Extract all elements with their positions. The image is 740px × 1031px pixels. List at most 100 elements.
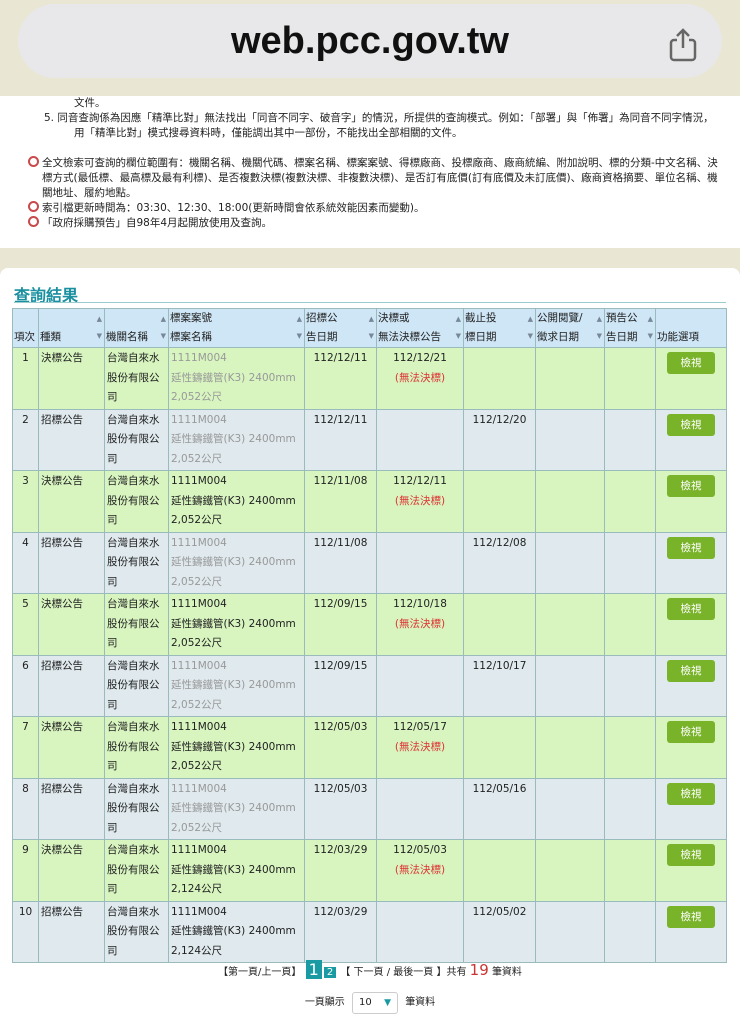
row-pub-date: 112/09/15	[304, 654, 377, 717]
col-deadline[interactable]: 截止投 標日期 ▲ ▼	[463, 308, 536, 348]
case-qty: 2,052公尺	[171, 514, 223, 526]
row-open-date	[535, 531, 605, 594]
row-case[interactable]: 1111M004 延性鑄鐵管(K3) 2400mm 2,052公尺	[168, 777, 305, 840]
view-button[interactable]: 檢視	[667, 598, 715, 620]
case-id: 1111M004	[171, 659, 227, 672]
case-qty: 2,052公尺	[171, 575, 223, 588]
row-deadline: 112/10/17	[463, 654, 536, 717]
row-pub-date: 112/11/08	[304, 531, 377, 594]
view-button[interactable]: 檢視	[667, 352, 715, 374]
view-button[interactable]: 檢視	[667, 844, 715, 866]
row-pub-date: 112/03/29	[304, 900, 377, 963]
row-deadline: 112/12/20	[463, 408, 536, 471]
col-org[interactable]: 機關名稱 ▲ ▼	[104, 308, 169, 348]
case-qty: 2,052公尺	[171, 637, 223, 649]
row-actions: 檢視	[655, 593, 727, 656]
sort-icon: ▲ ▼	[160, 315, 166, 340]
row-no: 9	[12, 839, 39, 902]
view-button[interactable]: 檢視	[667, 659, 715, 682]
sort-icon: ▲ ▼	[596, 315, 602, 340]
row-no: 2	[12, 408, 39, 471]
case-qty: 2,052公尺	[171, 391, 223, 403]
col-forecast-date[interactable]: 預告公 告日期 ▲ ▼	[604, 308, 656, 348]
table-row: 2 招標公告 台灣自來水股份有限公司 1111M004 延性鑄鐵管(K3) 240…	[12, 408, 727, 471]
view-button[interactable]: 檢視	[667, 475, 715, 497]
row-case[interactable]: 1111M004 延性鑄鐵管(K3) 2400mm 2,124公尺	[168, 839, 305, 902]
row-org: 台灣自來水股份有限公司	[104, 900, 169, 963]
sort-icon: ▲ ▼	[296, 315, 302, 340]
view-button[interactable]: 檢視	[667, 782, 715, 805]
row-case[interactable]: 1111M004 延性鑄鐵管(K3) 2400mm 2,052公尺	[168, 470, 305, 533]
award-note: (無法決標)	[394, 617, 446, 630]
row-open-date	[535, 839, 605, 902]
row-case[interactable]: 1111M004 延性鑄鐵管(K3) 2400mm 2,052公尺	[168, 531, 305, 594]
table-row: 10 招標公告 台灣自來水股份有限公司 1111M004 延性鑄鐵管(K3) 24…	[12, 900, 727, 963]
row-case[interactable]: 1111M004 延性鑄鐵管(K3) 2400mm 2,052公尺	[168, 408, 305, 471]
row-open-date	[535, 716, 605, 779]
row-pub-date: 112/09/15	[304, 593, 377, 656]
row-deadline	[463, 839, 536, 902]
col-type[interactable]: 種類 ▲ ▼	[38, 308, 105, 348]
header-row: 項次 種類 ▲ ▼ 機關名稱 ▲ ▼ 標案案號 標案名稱 ▲ ▼ 招標公 告日期 ▲ ▼ 決標或 無法…	[12, 308, 727, 348]
sort-icon: ▲ ▼	[647, 315, 653, 340]
table-row: 6 招標公告 台灣自來水股份有限公司 1111M004 延性鑄鐵管(K3) 240…	[12, 654, 727, 717]
row-pub-date: 112/12/11	[304, 347, 377, 410]
col-pub-date[interactable]: 招標公 告日期 ▲ ▼	[304, 308, 377, 348]
note-item-5: 5. 同音查詢係為因應「精準比對」無法找出「同音不同字、破音字」的情況，所提供的…	[44, 112, 714, 124]
row-case[interactable]: 1111M004 延性鑄鐵管(K3) 2400mm 2,052公尺	[168, 654, 305, 717]
note-continuation: 文件。	[74, 97, 106, 109]
page-2[interactable]: 2	[323, 967, 337, 978]
row-open-date	[535, 470, 605, 533]
search-notes: 文件。 5. 同音查詢係為因應「精準比對」無法找出「同音不同字、破音字」的情況，…	[0, 96, 740, 248]
bullet-ring-icon	[28, 201, 39, 212]
row-award-date	[376, 531, 464, 594]
share-icon[interactable]	[668, 28, 698, 62]
view-button[interactable]: 檢視	[667, 413, 715, 436]
col-open-date[interactable]: 公開閱覽/徵求日期 ▲ ▼	[535, 308, 605, 348]
row-case[interactable]: 1111M004 延性鑄鐵管(K3) 2400mm 2,052公尺	[168, 716, 305, 779]
row-deadline	[463, 347, 536, 410]
address-bar[interactable]: web.pcc.gov.tw	[18, 4, 722, 78]
row-award-date: 112/12/21 (無法決標)	[376, 347, 464, 410]
row-type: 招標公告	[38, 900, 105, 963]
row-deadline	[463, 716, 536, 779]
view-button[interactable]: 檢視	[667, 536, 715, 559]
row-forecast-date	[604, 347, 656, 410]
row-type: 決標公告	[38, 470, 105, 533]
page-1[interactable]: 1	[305, 960, 322, 979]
next-last-link[interactable]: 【 下一頁 / 最後一頁 】共有	[340, 967, 466, 978]
row-case[interactable]: 1111M004 延性鑄鐵管(K3) 2400mm 2,124公尺	[168, 900, 305, 963]
row-case[interactable]: 1111M004 延性鑄鐵管(K3) 2400mm 2,052公尺	[168, 593, 305, 656]
pagination: 【第一頁/上一頁】 12 【 下一頁 / 最後一頁 】共有 19 筆資料	[0, 960, 740, 979]
row-case[interactable]: 1111M004 延性鑄鐵管(K3) 2400mm 2,052公尺	[168, 347, 305, 410]
row-type: 決標公告	[38, 593, 105, 656]
col-case[interactable]: 標案案號 標案名稱 ▲ ▼	[168, 308, 305, 348]
divider	[14, 302, 726, 303]
row-award-date: 112/10/18 (無法決標)	[376, 593, 464, 656]
view-button[interactable]: 檢視	[667, 905, 715, 928]
case-id: 1111M004	[171, 413, 227, 426]
row-forecast-date	[604, 777, 656, 840]
page-size-select[interactable]: 10 ▼	[352, 992, 398, 1014]
row-no: 8	[12, 777, 39, 840]
row-pub-date: 112/11/08	[304, 470, 377, 533]
row-org: 台灣自來水股份有限公司	[104, 654, 169, 717]
row-org: 台灣自來水股份有限公司	[104, 470, 169, 533]
view-button[interactable]: 檢視	[667, 721, 715, 743]
case-id: 1111M004	[171, 844, 227, 856]
case-name: 延性鑄鐵管(K3) 2400mm	[171, 925, 296, 937]
table-row: 9 決標公告 台灣自來水股份有限公司 1111M004 延性鑄鐵管(K3) 240…	[12, 839, 727, 902]
award-note: (無法決標)	[394, 494, 446, 507]
row-no: 1	[12, 347, 39, 410]
award-note: (無法決標)	[394, 740, 446, 753]
row-pub-date: 112/12/11	[304, 408, 377, 471]
table-row: 1 決標公告 台灣自來水股份有限公司 1111M004 延性鑄鐵管(K3) 240…	[12, 347, 727, 410]
row-no: 3	[12, 470, 39, 533]
bullet-ring-icon	[28, 216, 39, 227]
case-qty: 2,052公尺	[171, 821, 223, 834]
row-no: 4	[12, 531, 39, 594]
first-prev-link[interactable]: 【第一頁/上一頁】	[218, 967, 301, 978]
case-name: 延性鑄鐵管(K3) 2400mm	[171, 617, 296, 630]
col-award-date[interactable]: 決標或 無法決標公告 ▲ ▼	[376, 308, 464, 348]
row-type: 決標公告	[38, 716, 105, 779]
